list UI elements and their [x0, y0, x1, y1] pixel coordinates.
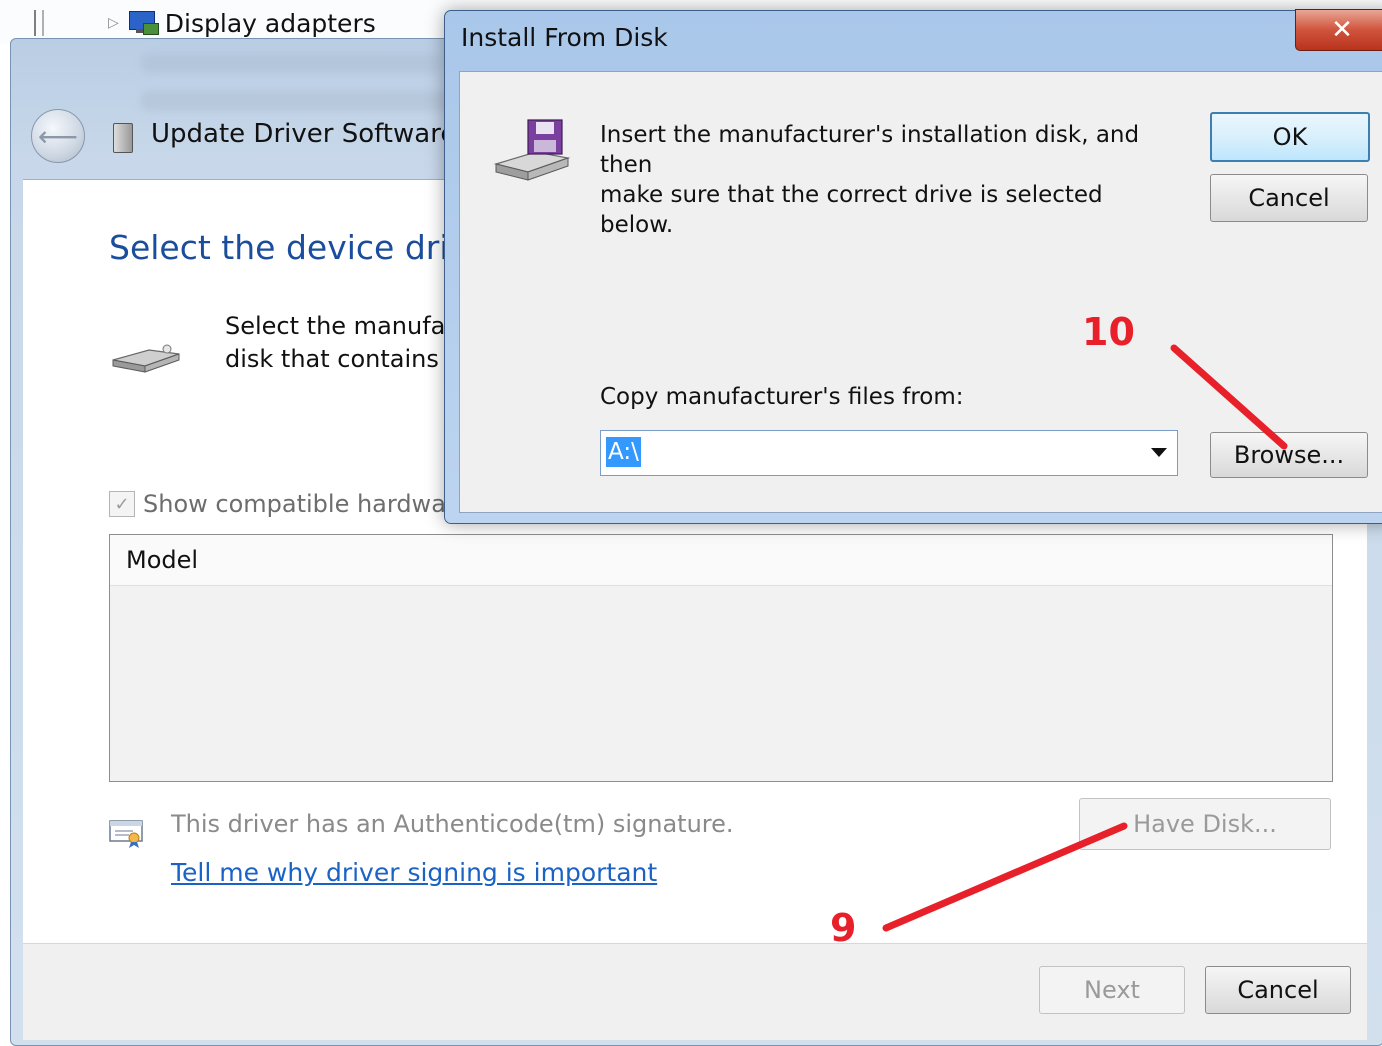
hardware-device-icon [112, 344, 180, 373]
dialog-cancel-button[interactable]: Cancel [1210, 174, 1368, 222]
expand-arrow-icon[interactable]: ▷ [108, 15, 119, 31]
browse-button[interactable]: Browse... [1210, 432, 1368, 478]
annotation-step-9: 9 [830, 906, 857, 950]
install-from-disk-dialog: Install From Disk ✕ Insert the manufactu… [444, 9, 1382, 524]
dialog-body: Insert the manufacturer's installation d… [459, 71, 1382, 513]
dialog-message: Insert the manufacturer's installation d… [600, 120, 1160, 240]
wizard-footer: Next Cancel [23, 943, 1367, 1040]
signature-text: This driver has an Authenticode(tm) sign… [171, 810, 734, 838]
intro-text: Select the manufac disk that contains t [225, 310, 465, 376]
blurred-tree-row [141, 53, 441, 73]
page-heading: Select the device drive [109, 228, 489, 267]
model-column-header[interactable]: Model [110, 535, 1332, 586]
driver-signing-link[interactable]: Tell me why driver signing is important [171, 858, 657, 887]
show-compatible-hardware[interactable]: ✓ Show compatible hardwa [109, 490, 446, 518]
tree-item-label: Display adapters [164, 8, 376, 38]
path-input-value[interactable]: A:\ [606, 437, 641, 467]
next-button[interactable]: Next [1039, 966, 1185, 1014]
checkmark-icon: ✓ [114, 493, 130, 515]
certificate-icon [109, 820, 143, 848]
copy-files-label: Copy manufacturer's files from: [600, 384, 964, 410]
blurred-tree-row [141, 91, 451, 111]
display-adapter-icon [127, 11, 159, 35]
compatible-hardware-checkbox[interactable]: ✓ [109, 491, 135, 517]
back-arrow-icon: ⟵ [37, 119, 79, 153]
compatible-hardware-label: Show compatible hardwa [143, 490, 446, 518]
message-line: Insert the manufacturer's installation d… [600, 122, 1140, 178]
device-manager-icon [113, 123, 133, 153]
tree-line [42, 10, 44, 36]
close-icon: ✕ [1331, 15, 1353, 45]
path-combobox[interactable]: A:\ [600, 430, 1178, 476]
annotation-step-10: 10 [1082, 310, 1135, 354]
dialog-title: Install From Disk [461, 23, 668, 52]
ok-button[interactable]: OK [1210, 112, 1370, 162]
intro-line: Select the manufac [225, 312, 459, 340]
wizard-title: Update Driver Software - [151, 119, 474, 149]
message-line: make sure that the correct drive is sele… [600, 182, 1103, 238]
tree-item-display-adapters[interactable]: ▷ Display adapters [108, 6, 376, 40]
dropdown-arrow-icon[interactable] [1151, 448, 1167, 457]
cancel-button[interactable]: Cancel [1205, 966, 1351, 1014]
have-disk-button[interactable]: Have Disk... [1079, 798, 1331, 850]
model-list[interactable]: Model [109, 534, 1333, 782]
back-arrow-button[interactable]: ⟵ [31, 109, 85, 163]
close-button[interactable]: ✕ [1295, 9, 1382, 51]
tree-line [34, 10, 36, 36]
intro-line: disk that contains t [225, 345, 456, 373]
floppy-drive-icon [493, 119, 571, 181]
